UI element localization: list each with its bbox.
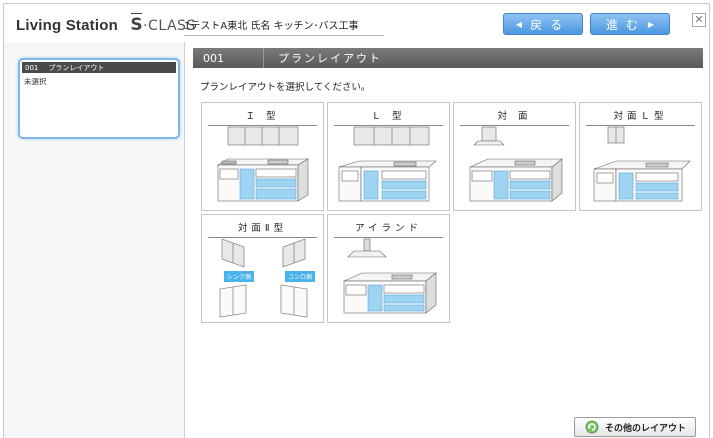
step-title: プランレイアウト <box>278 52 382 65</box>
brand-name: Living Station <box>16 17 118 34</box>
facing-l-type-kitchen-image <box>593 126 691 202</box>
layout-option-island[interactable]: アイランド <box>327 214 450 323</box>
stove-side-label: コンロ側 <box>285 271 316 282</box>
app-window: Living Station S·CLASS 1テストA東北 氏名 キッチン･バ… <box>3 3 710 438</box>
layout-option-label: Ｉ 型 <box>208 108 317 126</box>
app-header: Living Station S·CLASS 1テストA東北 氏名 キッチン･バ… <box>4 4 709 42</box>
other-layouts-button[interactable]: その他のレイアウト <box>574 417 696 437</box>
layout-option-facing-ii-type[interactable]: 対面Ⅱ型 シンク側 コンロ側 <box>201 214 324 323</box>
next-button-label: 進む <box>605 17 646 32</box>
project-info: 1テストA東北 氏名 キッチン･バス工事 <box>184 17 384 36</box>
layout-option-label: 対面Ｌ型 <box>586 108 695 126</box>
layout-option-l-type[interactable]: Ｌ 型 <box>327 102 450 211</box>
i-type-kitchen-image <box>216 126 310 202</box>
back-button[interactable]: ◀ 戻る <box>503 13 583 35</box>
back-button-label: 戻る <box>530 17 571 32</box>
close-icon[interactable]: ✕ <box>692 13 706 27</box>
instruction-text: プランレイアウトを選択してください。 <box>200 82 371 93</box>
sidebar-step-status: 未選択 <box>24 77 47 86</box>
l-type-kitchen-image <box>338 126 437 202</box>
layout-option-label: 対面Ⅱ型 <box>208 220 317 238</box>
facing-kitchen-image <box>469 126 563 202</box>
sink-side-label: シンク側 <box>224 271 255 282</box>
layout-option-label: アイランド <box>334 220 443 238</box>
step-number: 001 <box>193 48 264 68</box>
sidebar: 001 プランレイアウト 未選択 <box>4 42 185 438</box>
other-layouts-label: その他のレイアウト <box>605 423 687 434</box>
arrow-right-icon: ▶ <box>647 19 655 29</box>
layout-option-facing[interactable]: 対 面 <box>453 102 576 211</box>
layout-option-label: Ｌ 型 <box>334 108 443 126</box>
sidebar-step-title: プランレイアウト <box>48 63 105 72</box>
layout-option-facing-l-type[interactable]: 対面Ｌ型 <box>579 102 702 211</box>
product-letter: S <box>130 15 144 35</box>
layout-option-i-type[interactable]: Ｉ 型 <box>201 102 324 211</box>
app-logo: Living Station S·CLASS <box>16 15 196 35</box>
main-panel: 001 プランレイアウト プランレイアウトを選択してください。 Ｉ 型 Ｌ 型 … <box>186 42 709 438</box>
sidebar-step-card[interactable]: 001 プランレイアウト 未選択 <box>18 58 180 139</box>
step-header-bar: 001 プランレイアウト <box>193 48 703 68</box>
arrow-left-icon: ◀ <box>515 19 523 29</box>
island-kitchen-image <box>343 238 437 314</box>
next-button[interactable]: 進む ▶ <box>590 13 670 35</box>
sidebar-step-number: 001 <box>25 63 39 72</box>
sidebar-step-header: 001 プランレイアウト <box>22 62 176 73</box>
refresh-icon <box>585 420 599 434</box>
layout-option-label: 対 面 <box>460 108 569 126</box>
